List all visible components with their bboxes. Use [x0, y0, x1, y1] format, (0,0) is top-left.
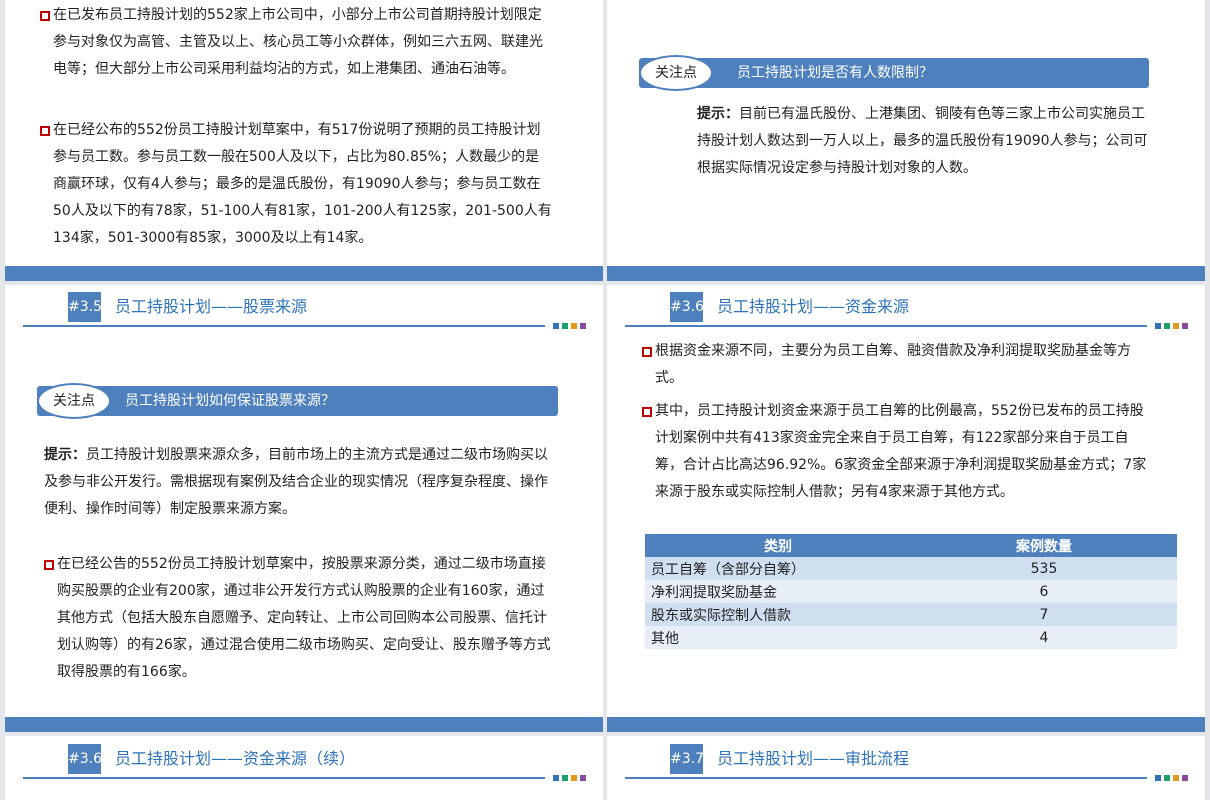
section-number: #3.6	[68, 744, 102, 774]
table-row: 股东或实际控制人借款 7	[645, 603, 1177, 626]
section-number: #3.5	[68, 292, 102, 322]
focus-question: 员工持股计划如何保证股票来源？	[125, 393, 335, 409]
header-underline	[625, 325, 1147, 327]
section-title: 员工持股计划——资金来源（续）	[115, 749, 356, 768]
table-header-category: 类别	[645, 534, 911, 557]
focus-label: 关注点	[639, 55, 713, 91]
section-title: 员工持股计划——股票来源	[115, 297, 308, 316]
slide-footer-bar	[607, 717, 1205, 732]
focus-question-bar: 关注点 员工持股计划如何保证股票来源？	[37, 383, 558, 419]
section-number: #3.6	[670, 292, 704, 322]
slide-footer-bar	[607, 266, 1205, 281]
section-title: 员工持股计划——资金来源	[717, 297, 910, 316]
slide-2: 关注点 员工持股计划是否有人数限制？ 提示：目前已有温氏股份、上港集团、铜陵有色…	[607, 0, 1205, 281]
slide-6: #3.7 员工持股计划——审批流程	[607, 736, 1205, 800]
fund-source-table: 类别 案例数量 员工自筹（含部分自筹） 535 净利润提取奖励基金 6 股东或实…	[645, 534, 1177, 649]
hint-text: 提示：员工持股计划股票来源众多，目前市场上的主流方式是通过二级市场购买以及参与非…	[44, 447, 548, 517]
bullet-fund-ratio: 其中，员工持股计划资金来源于员工自筹的比例最高，552份已发布的员工持股计划案例…	[642, 398, 1155, 506]
table-row: 净利润提取奖励基金 6	[645, 580, 1177, 603]
header-underline	[23, 777, 545, 779]
decorative-dots-icon	[553, 775, 586, 781]
focus-question-bar: 关注点 员工持股计划是否有人数限制？	[639, 55, 1149, 91]
section-number: #3.7	[670, 744, 704, 774]
slide-4: #3.6 员工持股计划——资金来源 根据资金来源不同，主要分为员工自筹、融资借款…	[607, 285, 1205, 732]
slide-footer-bar	[5, 266, 603, 281]
slide-3: #3.5 员工持股计划——股票来源 关注点 员工持股计划如何保证股票来源？ 提示…	[5, 285, 603, 732]
table-row: 员工自筹（含部分自筹） 535	[645, 557, 1177, 580]
bullet-marker-icon	[40, 11, 50, 21]
bullet-marker-icon	[44, 560, 54, 570]
decorative-dots-icon	[1155, 323, 1188, 329]
slide-1: 在已发布员工持股计划的552家上市公司中，小部分上市公司首期持股计划限定参与对象…	[5, 0, 603, 281]
bullet-marker-icon	[642, 347, 652, 357]
header-underline	[23, 325, 545, 327]
focus-label: 关注点	[37, 383, 111, 419]
bullet-fund-types: 根据资金来源不同，主要分为员工自筹、融资借款及净利润提取奖励基金等方式。	[642, 338, 1155, 392]
hint-text: 提示：目前已有温氏股份、上港集团、铜陵有色等三家上市公司实施员工持股计划人数达到…	[697, 106, 1148, 176]
focus-question: 员工持股计划是否有人数限制？	[737, 65, 933, 81]
section-title: 员工持股计划——审批流程	[717, 749, 910, 768]
bullet-stock-source: 在已经公告的552份员工持股计划草案中，按股票来源分类，通过二级市场直接购买股票…	[44, 551, 553, 686]
bullet-participant-count: 在已经公布的552份员工持股计划草案中，有517份说明了预期的员工持股计划参与员…	[40, 117, 553, 252]
decorative-dots-icon	[553, 323, 586, 329]
decorative-dots-icon	[1155, 775, 1188, 781]
header-underline	[625, 777, 1147, 779]
bullet-marker-icon	[642, 407, 652, 417]
slide-footer-bar	[5, 717, 603, 732]
slide-5: #3.6 员工持股计划——资金来源（续）	[5, 736, 603, 800]
bullet-marker-icon	[40, 126, 50, 136]
bullet-participants-scope: 在已发布员工持股计划的552家上市公司中，小部分上市公司首期持股计划限定参与对象…	[40, 2, 553, 83]
table-header-count: 案例数量	[911, 534, 1177, 557]
table-row: 其他 4	[645, 626, 1177, 649]
